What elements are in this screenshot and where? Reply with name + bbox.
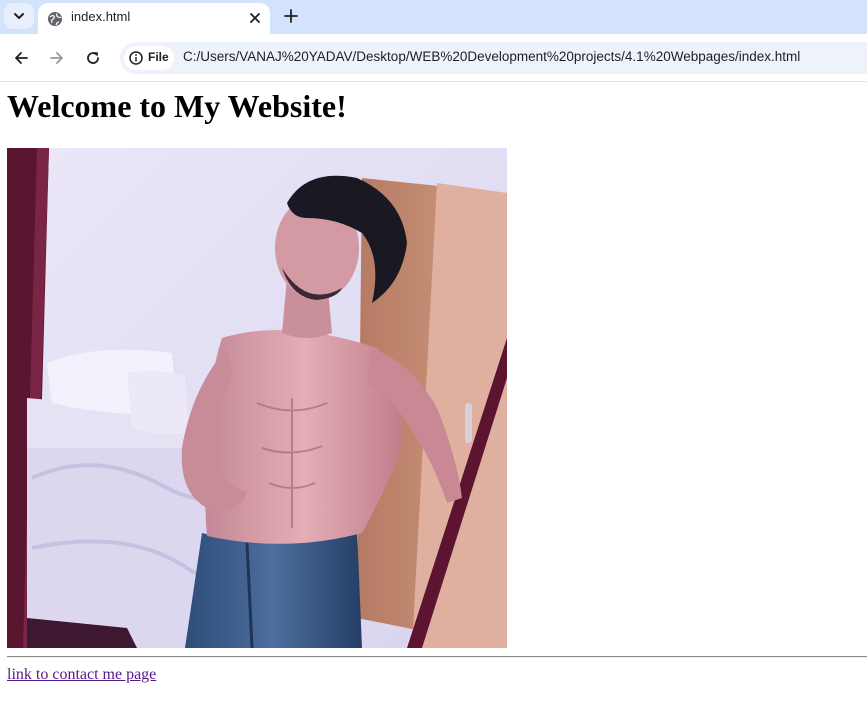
url-text[interactable]: C:/Users/VANAJ%20YADAV/Desktop/WEB%20Dev… bbox=[183, 49, 800, 64]
forward-button[interactable] bbox=[45, 46, 69, 70]
page-content: Welcome to My Website! link to contact m… bbox=[0, 82, 867, 705]
new-tab-button[interactable] bbox=[280, 5, 302, 27]
close-icon bbox=[250, 13, 260, 23]
browser-toolbar: File C:/Users/VANAJ%20YADAV/Desktop/WEB%… bbox=[0, 34, 867, 82]
tab-strip: index.html bbox=[0, 0, 867, 34]
active-tab[interactable]: index.html bbox=[38, 3, 270, 34]
close-tab-button[interactable] bbox=[246, 9, 264, 27]
tab-title: index.html bbox=[71, 9, 131, 24]
chevron-down-icon bbox=[14, 13, 24, 19]
reload-button[interactable] bbox=[81, 46, 105, 70]
profile-photo bbox=[7, 148, 507, 648]
back-button[interactable] bbox=[9, 46, 33, 70]
address-bar[interactable]: File C:/Users/VANAJ%20YADAV/Desktop/WEB%… bbox=[120, 42, 867, 74]
page-heading: Welcome to My Website! bbox=[7, 88, 347, 124]
arrow-right-icon bbox=[50, 52, 63, 64]
reload-icon bbox=[87, 52, 99, 64]
info-icon bbox=[129, 51, 143, 65]
plus-icon bbox=[284, 9, 298, 23]
horizontal-rule bbox=[7, 656, 867, 658]
site-info-chip[interactable]: File bbox=[124, 46, 174, 70]
globe-icon bbox=[48, 12, 62, 26]
tab-search-button[interactable] bbox=[4, 3, 34, 29]
site-chip-label: File bbox=[148, 50, 169, 64]
contact-page-link[interactable]: link to contact me page bbox=[7, 666, 156, 684]
arrow-left-icon bbox=[15, 52, 28, 64]
